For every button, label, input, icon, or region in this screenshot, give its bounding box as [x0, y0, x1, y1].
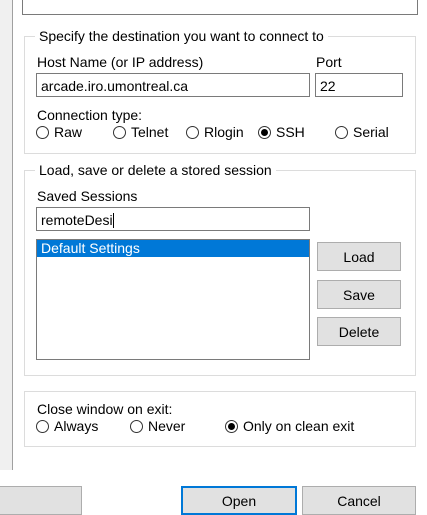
radio-always-circle — [36, 419, 49, 433]
port-input[interactable]: 22 — [315, 73, 403, 97]
radio-telnet[interactable]: Telnet — [113, 124, 168, 140]
radio-never-circle — [130, 419, 143, 433]
sessions-listbox[interactable]: Default Settings — [36, 239, 310, 360]
radio-ssh-label: SSH — [276, 124, 305, 140]
cut-off-button[interactable] — [0, 486, 82, 515]
save-button[interactable]: Save — [317, 280, 401, 309]
radio-ssh[interactable]: SSH — [258, 124, 305, 140]
radio-rlogin-circle — [186, 125, 199, 139]
radio-always[interactable]: Always — [36, 418, 98, 434]
saved-sessions-input[interactable]: remoteDesi — [36, 207, 310, 231]
saved-sessions-label: Saved Sessions — [37, 188, 138, 204]
close-window-label: Close window on exit: — [37, 401, 173, 417]
cancel-button[interactable]: Cancel — [302, 486, 416, 515]
radio-never[interactable]: Never — [130, 418, 185, 434]
radio-ssh-circle — [258, 125, 271, 139]
radio-only-clean-exit[interactable]: Only on clean exit — [225, 418, 354, 434]
delete-button[interactable]: Delete — [317, 317, 401, 346]
tree-panel-edge — [0, 0, 13, 470]
radio-raw-label: Raw — [54, 124, 83, 140]
host-name-input[interactable]: arcade.iro.umontreal.ca — [36, 73, 310, 97]
radio-telnet-circle — [113, 125, 126, 139]
saved-sessions-value: remoteDesi — [41, 212, 113, 228]
open-button[interactable]: Open — [181, 486, 297, 515]
connection-type-label: Connection type: — [37, 107, 143, 123]
radio-telnet-label: Telnet — [131, 124, 169, 140]
radio-serial[interactable]: Serial — [335, 124, 389, 140]
cut-off-header-box — [22, 0, 418, 15]
text-caret — [112, 213, 114, 228]
radio-raw-circle — [36, 125, 49, 139]
sessions-legend: Load, save or delete a stored session — [35, 161, 276, 179]
radio-raw[interactable]: Raw — [36, 124, 82, 140]
load-button[interactable]: Load — [317, 242, 401, 271]
radio-never-label: Never — [148, 418, 186, 434]
radio-only-clean-exit-circle — [225, 419, 238, 433]
radio-serial-circle — [335, 125, 348, 139]
radio-rlogin-label: Rlogin — [204, 124, 244, 140]
destination-legend: Specify the destination you want to conn… — [35, 27, 328, 45]
radio-always-label: Always — [54, 418, 99, 434]
radio-rlogin[interactable]: Rlogin — [186, 124, 244, 140]
list-item[interactable]: Default Settings — [37, 240, 309, 257]
host-name-label: Host Name (or IP address) — [37, 54, 204, 70]
port-label: Port — [316, 54, 342, 70]
radio-only-clean-exit-label: Only on clean exit — [243, 418, 355, 434]
radio-serial-label: Serial — [353, 124, 389, 140]
